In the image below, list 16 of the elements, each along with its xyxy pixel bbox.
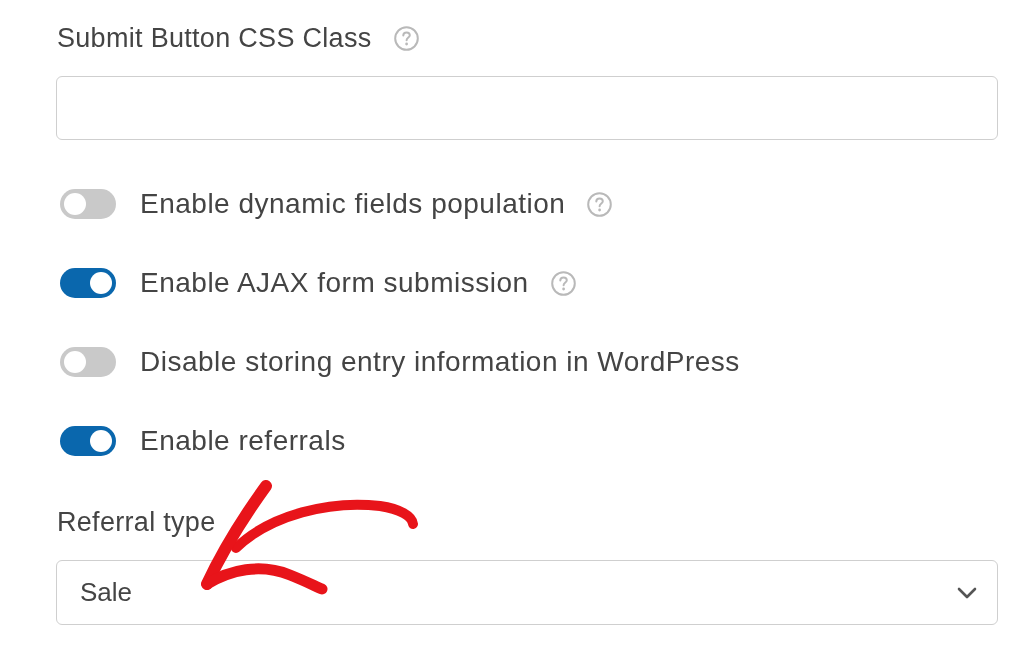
referral-type-select[interactable]: Sale (56, 560, 998, 625)
toggle-switch[interactable] (60, 189, 116, 219)
toggle-label: Enable AJAX form submission (140, 266, 529, 300)
field-label: Referral type (56, 506, 216, 538)
css-class-input[interactable] (56, 76, 998, 140)
toggle-label: Enable referrals (140, 424, 346, 458)
toggle-label: Disable storing entry information in WordPress (140, 345, 740, 379)
toggle-switch[interactable] (60, 426, 116, 456)
toggle-switch[interactable] (60, 268, 116, 298)
help-icon[interactable] (587, 191, 613, 217)
chevron-down-icon (957, 586, 977, 599)
help-icon[interactable] (550, 270, 576, 296)
help-icon[interactable] (393, 25, 419, 51)
field-label: Submit Button CSS Class (56, 22, 372, 54)
toggle-switch[interactable] (60, 347, 116, 377)
toggle-label: Enable dynamic fields population (140, 187, 566, 221)
